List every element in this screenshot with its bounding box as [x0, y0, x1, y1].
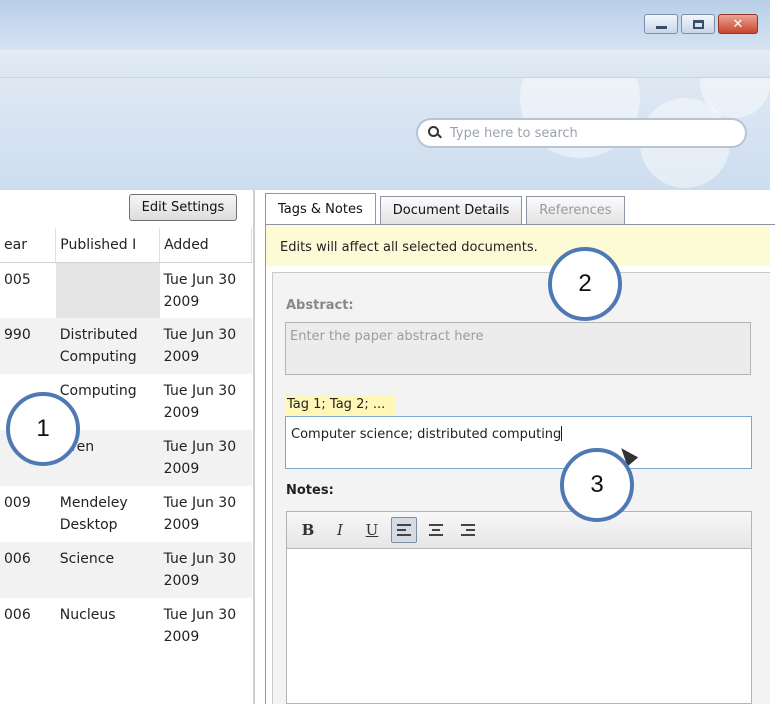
cell-added: Tue Jun 30 2009	[159, 542, 252, 598]
window-controls: ✕	[644, 14, 758, 34]
notes-editor[interactable]	[286, 549, 752, 704]
cell-published-in: Distributed Computing	[55, 318, 160, 374]
tab-references[interactable]: References	[526, 196, 625, 224]
tab-document-details[interactable]: Document Details	[379, 196, 523, 224]
abstract-label: Abstract:	[286, 298, 354, 313]
edit-notice: Edits will affect all selected documents…	[266, 225, 770, 266]
title-bar: ✕	[0, 0, 770, 50]
notes-toolbar: B I U	[286, 511, 752, 549]
callout-1: 1	[6, 392, 80, 466]
align-left-icon	[397, 524, 411, 536]
text-caret	[561, 426, 563, 441]
table-row[interactable]: 006 Nucleus Tue Jun 30 2009	[0, 598, 252, 654]
callout-2: 2	[548, 247, 622, 321]
minimize-icon	[655, 25, 667, 29]
callout-3: 3	[560, 448, 634, 522]
bold-button[interactable]: B	[295, 517, 321, 543]
cell-added: Tue Jun 30 2009	[159, 430, 252, 486]
maximize-icon	[692, 19, 704, 29]
align-right-button[interactable]	[455, 517, 481, 543]
table-row[interactable]: 990 Distributed Computing Tue Jun 30 2009	[0, 318, 252, 374]
cell-published-in: Science	[55, 542, 160, 598]
maximize-button[interactable]	[681, 14, 715, 34]
cell-year: 005	[4, 271, 31, 288]
cell-published-in: Nucleus	[59, 607, 116, 623]
cell-year: 006	[4, 607, 31, 623]
column-header-added[interactable]: Added	[159, 228, 252, 263]
align-center-icon	[429, 524, 443, 536]
cell-year: 009	[4, 495, 31, 511]
table-header-row: ear Published I Added	[0, 228, 252, 263]
underline-button[interactable]: U	[359, 517, 385, 543]
cell-added: Tue Jun 30 2009	[163, 607, 237, 645]
minimize-button[interactable]	[644, 14, 678, 34]
align-right-icon	[461, 524, 475, 536]
italic-button[interactable]: I	[327, 517, 353, 543]
align-center-button[interactable]	[423, 517, 449, 543]
close-button[interactable]: ✕	[718, 14, 758, 34]
cell-added: Tue Jun 30 2009	[159, 318, 252, 374]
cell-year: 006	[0, 542, 56, 598]
tags-field[interactable]: Computer science; distributed computing	[285, 416, 752, 469]
cell-added: Tue Jun 30 2009	[163, 383, 237, 421]
cell-added: Tue Jun 30 2009	[163, 495, 237, 533]
table-row[interactable]: 006 Science Tue Jun 30 2009	[0, 542, 252, 598]
column-header-published-in[interactable]: Published I	[55, 228, 161, 263]
search-box[interactable]	[416, 118, 747, 148]
menu-bar	[0, 50, 770, 78]
tags-value: Computer science; distributed computing	[291, 427, 562, 442]
edit-settings-button[interactable]: Edit Settings	[129, 194, 237, 221]
notes-label: Notes:	[286, 483, 334, 498]
column-header-year[interactable]: ear	[0, 228, 57, 263]
cell-published-in	[55, 262, 160, 318]
detail-tabs: Tags & Notes Document Details References	[265, 193, 625, 224]
cell-added: Tue Jun 30 2009	[163, 271, 237, 310]
search-input[interactable]	[450, 125, 710, 141]
close-icon: ✕	[732, 16, 744, 32]
tags-hint: Tag 1; Tag 2; ...	[285, 395, 396, 415]
tab-tags-notes[interactable]: Tags & Notes	[265, 193, 376, 224]
cell-year: 990	[0, 318, 56, 374]
table-row[interactable]: 009 Mendeley Desktop Tue Jun 30 2009	[0, 486, 252, 542]
align-left-button[interactable]	[391, 517, 417, 543]
abstract-field[interactable]: Enter the paper abstract here	[285, 322, 751, 375]
table-row[interactable]: 005 Tue Jun 30 2009	[0, 262, 252, 318]
cell-published-in: Mendeley Desktop	[59, 495, 128, 533]
search-icon	[428, 126, 442, 140]
